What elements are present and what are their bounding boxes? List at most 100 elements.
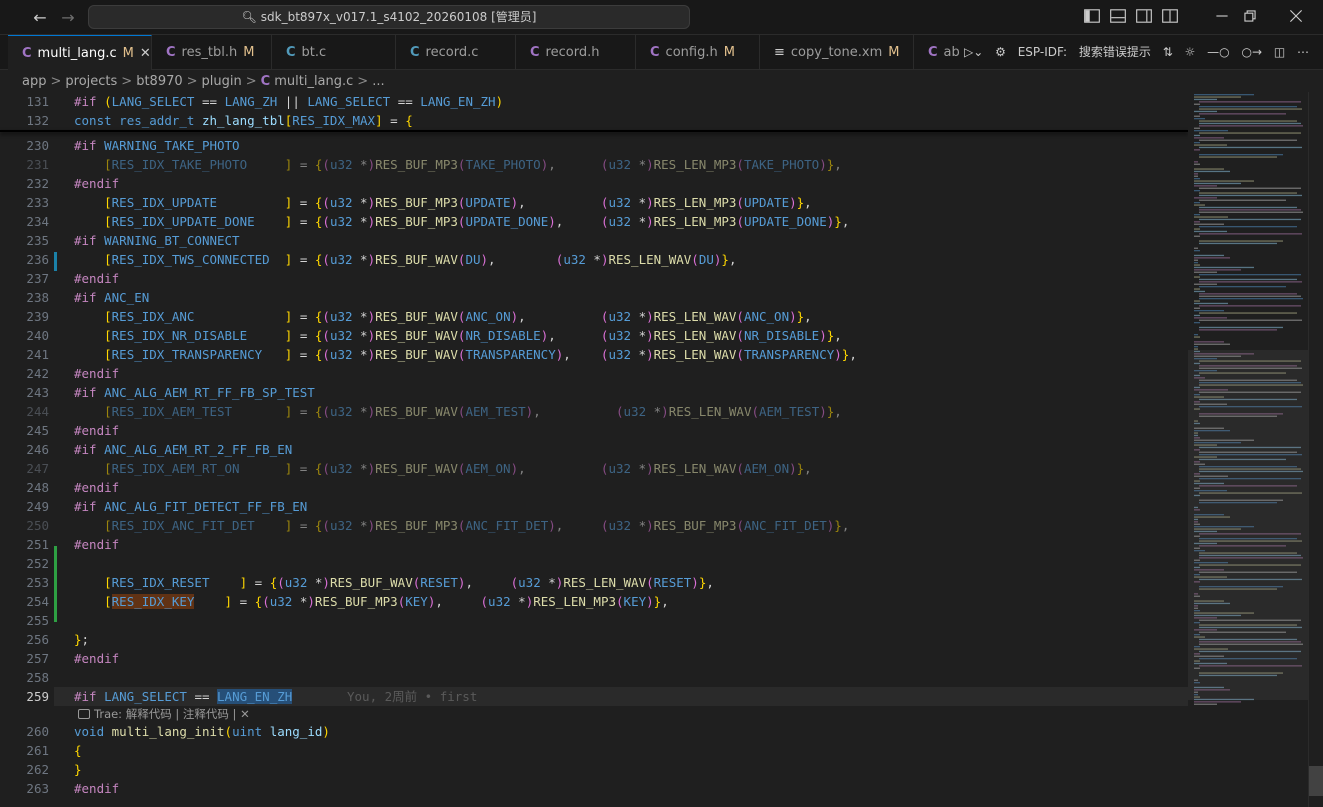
search-error-hints-button[interactable]: 搜索错误提示	[1079, 45, 1151, 59]
code-line[interactable]: 247 [RES_IDX_AEM_RT_ON ] = {(u32 *)RES_B…	[0, 459, 1188, 478]
line-number[interactable]: 239	[0, 307, 49, 326]
tab-config-h[interactable]: Cconfig.h M	[636, 35, 760, 70]
customize-layout-icon[interactable]	[1161, 7, 1181, 27]
code-line[interactable]: 251 #endif	[0, 535, 1188, 554]
line-number[interactable]: 258	[0, 668, 49, 687]
minimap-viewport[interactable]	[1188, 350, 1308, 700]
line-number[interactable]: 247	[0, 459, 49, 478]
bulb-icon[interactable]: ☼	[1185, 45, 1196, 59]
code-line[interactable]: 254 [RES_IDX_KEY ] = {(u32 *)RES_BUF_MP3…	[0, 592, 1188, 611]
code-line[interactable]: 230 #if WARNING_TAKE_PHOTO	[0, 136, 1188, 155]
line-number[interactable]: 234	[0, 212, 49, 231]
line-number[interactable]: 235	[0, 231, 49, 250]
line-number[interactable]: 262	[0, 760, 49, 779]
code-line[interactable]: 240 [RES_IDX_NR_DISABLE ] = {(u32 *)RES_…	[0, 326, 1188, 345]
line-number[interactable]: 254	[0, 592, 49, 611]
code-line[interactable]: 245 #endif	[0, 421, 1188, 440]
tab-multi-lang-c[interactable]: Cmulti_lang.c M ✕	[8, 35, 152, 70]
code-line[interactable]: 255	[0, 611, 1188, 630]
code-line[interactable]: 235 #if WARNING_BT_CONNECT	[0, 231, 1188, 250]
line-number[interactable]: 257	[0, 649, 49, 668]
code-line[interactable]: 258	[0, 668, 1188, 687]
code-line[interactable]: 241 [RES_IDX_TRANSPARENCY ] = {(u32 *)RE…	[0, 345, 1188, 364]
tab-record-c[interactable]: Crecord.c	[396, 35, 516, 70]
sticky-scroll-line[interactable]: 131 #if (LANG_SELECT == LANG_ZH || LANG_S…	[0, 92, 1188, 111]
line-number[interactable]: 236	[0, 250, 49, 269]
code-line[interactable]: 250 [RES_IDX_ANC_FIT_DET ] = {(u32 *)RES…	[0, 516, 1188, 535]
line-number[interactable]: 255	[0, 611, 49, 630]
code-line[interactable]: 252	[0, 554, 1188, 573]
code-line[interactable]: 253 [RES_IDX_RESET ] = {(u32 *)RES_BUF_W…	[0, 573, 1188, 592]
code-line[interactable]: 233 [RES_IDX_UPDATE ] = {(u32 *)RES_BUF_…	[0, 193, 1188, 212]
breadcrumb-item[interactable]: app	[22, 74, 46, 89]
code-line[interactable]: 259 #if LANG_SELECT == LANG_EN_ZH You, 2周前…	[0, 687, 1188, 706]
code-line[interactable]: 243 #if ANC_ALG_AEM_RT_FF_FB_SP_TEST	[0, 383, 1188, 402]
line-number[interactable]: 233	[0, 193, 49, 212]
breadcrumb-item[interactable]: ...	[372, 74, 384, 89]
line-number[interactable]: 251	[0, 535, 49, 554]
line-number[interactable]: 231	[0, 155, 49, 174]
vertical-scrollbar[interactable]	[1308, 92, 1323, 807]
tab-record-h[interactable]: Crecord.h	[516, 35, 636, 70]
scrollbar-thumb[interactable]	[1309, 766, 1323, 796]
line-number[interactable]: 249	[0, 497, 49, 516]
more-actions-icon[interactable]: ⋯	[1297, 45, 1309, 59]
minimap[interactable]	[1188, 92, 1308, 807]
tab-res-tbl-h[interactable]: Cres_tbl.h M	[152, 35, 272, 70]
go-forward-icon[interactable]: ○→	[1241, 45, 1262, 59]
breadcrumb-item[interactable]: multi_lang.c	[274, 74, 353, 89]
trae-codelens[interactable]: Trae: 解释代码 | 注释代码 | ✕	[78, 705, 250, 723]
minimize-icon[interactable]	[1213, 7, 1233, 27]
tab-ab[interactable]: Cab	[914, 35, 964, 70]
line-number[interactable]: 263	[0, 779, 49, 798]
line-number[interactable]: 245	[0, 421, 49, 440]
line-number[interactable]: 248	[0, 478, 49, 497]
gear-icon[interactable]: ⚙	[995, 45, 1006, 59]
code-line[interactable]: 262}	[0, 760, 1188, 779]
code-line[interactable]: 236 [RES_IDX_TWS_CONNECTED ] = {(u32 *)R…	[0, 250, 1188, 269]
code-line[interactable]: 237 #endif	[0, 269, 1188, 288]
code-line[interactable]: 238 #if ANC_EN	[0, 288, 1188, 307]
toggle-secondary-sidebar-icon[interactable]	[1135, 7, 1155, 27]
toggle-primary-sidebar-icon[interactable]	[1083, 7, 1103, 27]
code-line[interactable]: 256};	[0, 630, 1188, 649]
run-icon[interactable]: ▷⌄	[964, 45, 983, 59]
line-number[interactable]: 259	[0, 687, 49, 706]
toggle-panel-icon[interactable]	[1109, 7, 1129, 27]
line-number[interactable]: 132	[0, 111, 49, 130]
code-line[interactable]: 232 #endif	[0, 174, 1188, 193]
code-line[interactable]: 257 #endif	[0, 649, 1188, 668]
close-tab-icon[interactable]: ✕	[140, 46, 151, 61]
tab-copy-tone-xml[interactable]: ≡ copy_tone.xm M	[760, 35, 914, 70]
git-commit-icon[interactable]: —○	[1207, 45, 1229, 59]
code-line[interactable]: 244 [RES_IDX_AEM_TEST ] = {(u32 *)RES_BU…	[0, 402, 1188, 421]
code-line[interactable]: 260 void multi_lang_init(uint lang_id)	[0, 722, 1188, 741]
line-number[interactable]: 241	[0, 345, 49, 364]
line-number[interactable]: 232	[0, 174, 49, 193]
code-line[interactable]: 231 [RES_IDX_TAKE_PHOTO ] = {(u32 *)RES_…	[0, 155, 1188, 174]
code-line[interactable]: 261 {	[0, 741, 1188, 760]
line-number[interactable]: 256	[0, 630, 49, 649]
line-number[interactable]: 237	[0, 269, 49, 288]
line-number[interactable]: 253	[0, 573, 49, 592]
breadcrumb-item[interactable]: bt8970	[136, 74, 182, 89]
sticky-scroll-line[interactable]: 132 const res_addr_t zh_lang_tbl[RES_IDX_…	[0, 111, 1188, 130]
forward-arrow-icon[interactable]: →	[56, 6, 80, 30]
line-number[interactable]: 240	[0, 326, 49, 345]
line-number[interactable]: 242	[0, 364, 49, 383]
line-number[interactable]: 250	[0, 516, 49, 535]
line-number[interactable]: 261	[0, 741, 49, 760]
code-line[interactable]: 242 #endif	[0, 364, 1188, 383]
espidf-label[interactable]: ESP-IDF:	[1018, 45, 1067, 59]
code-line[interactable]: 249 #if ANC_ALG_FIT_DETECT_FF_FB_EN	[0, 497, 1188, 516]
back-arrow-icon[interactable]: ←	[28, 6, 52, 30]
breadcrumb-item[interactable]: plugin	[202, 74, 242, 89]
split-editor-icon[interactable]: ◫	[1274, 45, 1285, 59]
line-number[interactable]: 238	[0, 288, 49, 307]
code-editor[interactable]: 131 #if (LANG_SELECT == LANG_ZH || LANG_S…	[0, 92, 1188, 807]
code-line[interactable]: 239 [RES_IDX_ANC ] = {(u32 *)RES_BUF_WAV…	[0, 307, 1188, 326]
tab-bt-c[interactable]: Cbt.c	[272, 35, 396, 70]
restore-icon[interactable]	[1241, 7, 1261, 27]
command-center[interactable]: 🔍︎ sdk_bt897x_v017.1_s4102_20260108 [管理员]	[88, 5, 690, 29]
breadcrumb-item[interactable]: projects	[65, 74, 117, 89]
